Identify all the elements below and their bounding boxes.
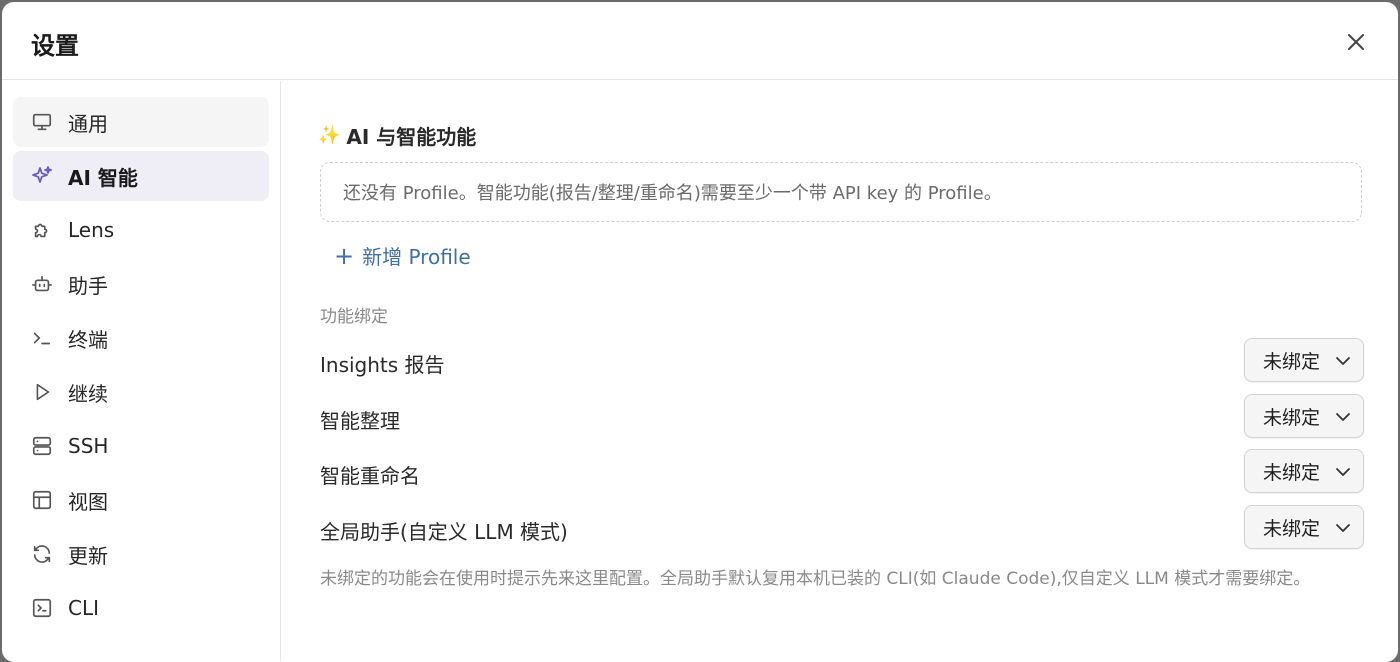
section-title-text: AI 与智能功能	[346, 125, 477, 149]
sidebar-item-label: 继续	[68, 381, 108, 406]
section-title: ✨ AI 与智能功能	[318, 121, 476, 150]
sidebar-item-assistant[interactable]: 助手	[13, 259, 269, 309]
sidebar-item-update[interactable]: 更新	[13, 529, 269, 579]
add-profile-label: 新增 Profile	[362, 245, 471, 269]
binding-heading: 功能绑定	[320, 307, 388, 327]
select-value: 未绑定	[1263, 461, 1321, 484]
chevron-down-icon	[1336, 524, 1350, 532]
binding-label: 智能重命名	[320, 464, 420, 488]
sidebar-item-terminal[interactable]: 终端	[13, 313, 269, 363]
dialog-title: 设置	[31, 32, 79, 60]
sidebar-item-general[interactable]: 通用	[13, 97, 269, 147]
close-icon	[1348, 34, 1364, 50]
add-profile-button[interactable]: + 新增 Profile	[334, 241, 471, 270]
sidebar-item-label: 助手	[68, 273, 108, 298]
select-value: 未绑定	[1263, 406, 1321, 429]
select-value: 未绑定	[1263, 350, 1321, 373]
sidebar-item-cli[interactable]: CLI	[13, 583, 269, 633]
play-icon	[30, 380, 54, 404]
layout-icon	[30, 488, 54, 512]
bot-icon	[30, 272, 54, 296]
sparkles-icon: ✨	[318, 125, 341, 146]
binding-label: 全局助手(自定义 LLM 模式)	[320, 520, 568, 544]
server-icon	[30, 434, 54, 458]
sparkle-icon	[30, 164, 54, 188]
puzzle-icon	[30, 218, 54, 242]
plus-icon: +	[334, 241, 355, 270]
binding-select-organize[interactable]: 未绑定	[1244, 394, 1364, 438]
sidebar-item-lens[interactable]: Lens	[13, 205, 269, 255]
select-value: 未绑定	[1263, 517, 1321, 540]
binding-label: Insights 报告	[320, 353, 445, 377]
chevron-down-icon	[1336, 413, 1350, 421]
binding-footnote: 未绑定的功能会在使用时提示先来这里配置。全局助手默认复用本机已装的 CLI(如 …	[320, 569, 1311, 589]
sidebar-item-label: 视图	[68, 489, 108, 514]
sidebar-item-label: 终端	[68, 327, 108, 352]
chevron-down-icon	[1336, 468, 1350, 476]
sidebar-item-label: Lens	[68, 218, 115, 242]
monitor-icon	[30, 110, 54, 134]
empty-profile-notice: 还没有 Profile。智能功能(报告/整理/重命名)需要至少一个带 API k…	[320, 162, 1362, 222]
settings-dialog: 设置 通用 AI 智能 Lens 助手 终端 继续 SSH 视图 更新 CLI …	[2, 2, 1398, 662]
sidebar-item-label: 通用	[68, 111, 108, 136]
binding-select-rename[interactable]: 未绑定	[1244, 449, 1364, 493]
sidebar-item-ssh[interactable]: SSH	[13, 421, 269, 471]
binding-row-rename: 智能重命名 未绑定	[320, 449, 1364, 495]
sidebar-item-view[interactable]: 视图	[13, 475, 269, 525]
binding-select-insights[interactable]: 未绑定	[1244, 338, 1364, 382]
binding-row-global-assistant: 全局助手(自定义 LLM 模式) 未绑定	[320, 505, 1364, 551]
sidebar-item-label: CLI	[68, 596, 100, 620]
sidebar-item-ai[interactable]: AI 智能	[13, 151, 269, 201]
terminal-square-icon	[30, 596, 54, 620]
binding-row-organize: 智能整理 未绑定	[320, 394, 1364, 440]
settings-content: ✨ AI 与智能功能 还没有 Profile。智能功能(报告/整理/重命名)需要…	[282, 81, 1398, 661]
sidebar-item-label: AI 智能	[68, 165, 138, 190]
dialog-header: 设置	[2, 2, 1398, 80]
refresh-icon	[30, 542, 54, 566]
binding-row-insights: Insights 报告 未绑定	[320, 338, 1364, 384]
sidebar-item-label: SSH	[68, 434, 109, 458]
close-button[interactable]	[1340, 26, 1372, 58]
settings-sidebar: 通用 AI 智能 Lens 助手 终端 继续 SSH 视图 更新 CLI	[2, 81, 281, 661]
chevron-down-icon	[1336, 357, 1350, 365]
terminal-icon	[30, 326, 54, 350]
sidebar-item-continue[interactable]: 继续	[13, 367, 269, 417]
binding-select-global-assistant[interactable]: 未绑定	[1244, 505, 1364, 549]
binding-label: 智能整理	[320, 409, 400, 433]
sidebar-item-label: 更新	[68, 543, 108, 568]
